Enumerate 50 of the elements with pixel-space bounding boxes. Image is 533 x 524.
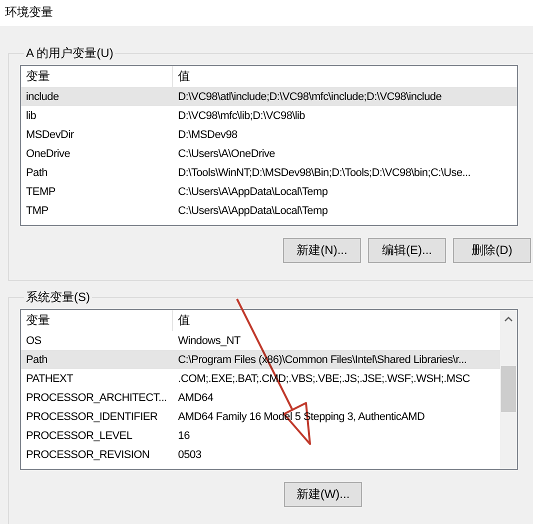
variable-value: AMD64	[177, 392, 214, 404]
scrollbar-thumb[interactable]	[501, 366, 516, 412]
variable-value: C:\Users\A\AppData\Local\Temp	[177, 204, 328, 216]
variable-value: D:\VC98\mfc\lib;D:\VC98\lib	[177, 110, 305, 122]
variable-row[interactable]: MSDevDir D:\MSDev98	[21, 125, 517, 144]
variable-row[interactable]: PROCESSOR_REVISION 0503	[21, 445, 500, 464]
variable-name: PROCESSOR_ARCHITECT...	[25, 392, 168, 404]
group-label: 系统变量(S)	[25, 289, 91, 305]
variable-row[interactable]: TEMP C:\Users\A\AppData\Local\Temp	[21, 182, 517, 201]
variable-value: C:\Users\A\OneDrive	[177, 148, 275, 160]
variable-value: C:\Users\A\AppData\Local\Temp	[177, 186, 328, 198]
action-button[interactable]: 新建(N)...	[283, 238, 361, 263]
action-button[interactable]: 删除(D)	[453, 238, 531, 263]
variable-name: Path	[25, 166, 48, 178]
variable-name: PROCESSOR_LEVEL	[25, 430, 134, 442]
variable-name: OneDrive	[25, 148, 72, 160]
variable-value: D:\Tools\WinNT;D:\MSDev98\Bin;D:\Tools;D:\VC98\bin;C:\Use...	[177, 166, 471, 178]
column-header[interactable]: 变量	[21, 310, 173, 331]
column-header[interactable]: 值	[173, 310, 190, 331]
action-button[interactable]: 新建(W)...	[284, 482, 362, 507]
scroll-up-icon[interactable]	[504, 316, 513, 322]
variable-row[interactable]: PROCESSOR_ARCHITECT... AMD64	[21, 388, 500, 407]
variable-value: 0503	[177, 448, 202, 460]
variable-row[interactable]: TMP C:\Users\A\AppData\Local\Temp	[21, 201, 517, 220]
variable-value: D:\MSDev98	[177, 128, 238, 140]
action-button[interactable]: 编辑(E)...	[368, 238, 446, 263]
variable-row[interactable]: lib D:\VC98\mfc\lib;D:\VC98\lib	[21, 106, 517, 125]
window-title: 环境变量	[5, 5, 53, 19]
variable-name: TMP	[25, 204, 50, 216]
variable-name: MSDevDir	[25, 128, 75, 140]
variable-row[interactable]: OneDrive C:\Users\A\OneDrive	[21, 144, 517, 163]
variable-value: D:\VC98\atl\include;D:\VC98\mfc\include;D:\VC98\include	[177, 90, 442, 102]
variable-name: PROCESSOR_REVISION	[25, 448, 151, 460]
variable-row[interactable]: PROCESSOR_LEVEL 16	[21, 426, 500, 445]
variable-row[interactable]: OS Windows_NT	[21, 331, 500, 350]
variable-row[interactable]: Path D:\Tools\WinNT;D:\MSDev98\Bin;D:\Tools;D:\VC98\bin;C:\Use...	[21, 163, 517, 182]
variable-name: include	[25, 90, 60, 102]
variable-row[interactable]: include D:\VC98\atl\include;D:\VC98\mfc\include;D:\VC98\include	[21, 87, 517, 106]
scrollbar[interactable]	[500, 310, 517, 469]
variable-name: lib	[25, 110, 38, 122]
group-label: A 的用户变量(U)	[25, 45, 114, 61]
variable-name: TEMP	[25, 186, 56, 198]
column-header[interactable]: 值	[173, 66, 190, 87]
variable-name: PATHEXT	[25, 372, 74, 384]
variable-name: OS	[25, 334, 42, 346]
variable-name: Path	[25, 354, 48, 366]
variable-name: PROCESSOR_IDENTIFIER	[25, 410, 159, 422]
variable-value: Windows_NT	[177, 334, 240, 346]
column-header[interactable]: 变量	[21, 66, 173, 87]
variable-value: 16	[177, 430, 190, 442]
